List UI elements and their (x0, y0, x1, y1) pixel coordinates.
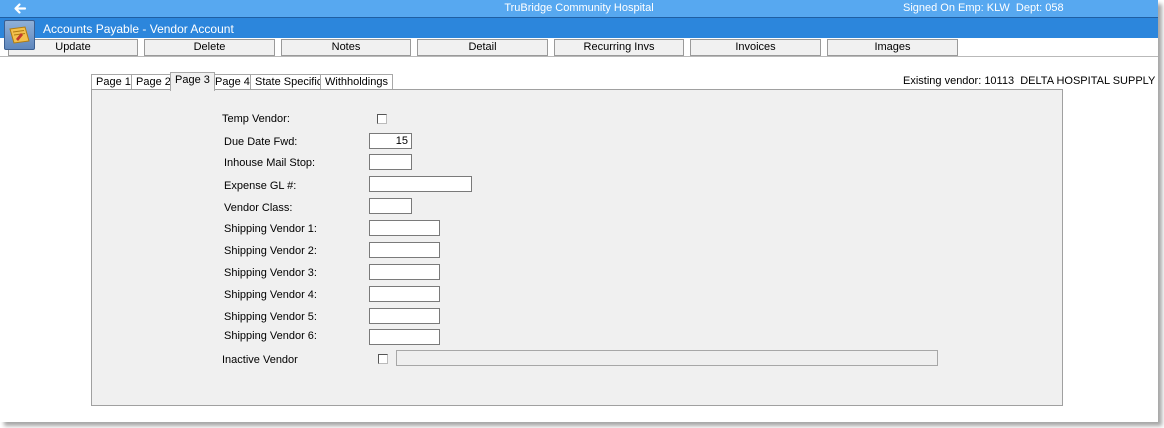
inhouse-mail-stop-field[interactable] (369, 154, 412, 170)
shipping-vendor-4-field[interactable] (369, 286, 440, 302)
shipping-vendor-6-field[interactable] (369, 329, 440, 345)
inactive-vendor-field[interactable] (396, 350, 938, 366)
shipping-vendor-4-label: Shipping Vendor 4: (224, 289, 317, 301)
existing-vendor-info: Existing vendor: 10113 DELTA HOSPITAL SU… (903, 75, 1156, 87)
shipping-vendor-1-label: Shipping Vendor 1: (224, 223, 317, 235)
vendor-class-field[interactable] (369, 198, 412, 214)
due-date-fwd-field[interactable]: 15 (369, 133, 412, 149)
toolbar: Update Delete Notes Detail Recurring Inv… (0, 38, 1158, 57)
temp-vendor-label: Temp Vendor: (222, 113, 290, 125)
inactive-vendor-label: Inactive Vendor (222, 354, 298, 366)
shipping-vendor-5-label: Shipping Vendor 5: (224, 311, 317, 323)
inhouse-mail-stop-label: Inhouse Mail Stop: (224, 157, 316, 169)
app-window: TruBridge Community Hospital Signed On E… (0, 0, 1158, 422)
expense-gl-field[interactable] (369, 176, 472, 192)
shipping-vendor-6-label: Shipping Vendor 6: (224, 330, 317, 342)
temp-vendor-checkbox[interactable] (377, 114, 387, 124)
accounts-payable-app-icon[interactable] (4, 20, 35, 50)
recurring-invs-button[interactable]: Recurring Invs (554, 39, 684, 56)
inactive-vendor-checkbox[interactable] (378, 354, 388, 364)
shipping-vendor-1-field[interactable] (369, 220, 440, 236)
module-header: Accounts Payable - Vendor Account (0, 17, 1158, 39)
shipping-vendor-2-field[interactable] (369, 242, 440, 258)
tab-page-3[interactable]: Page 3 (170, 72, 215, 91)
shipping-vendor-3-field[interactable] (369, 264, 440, 280)
title-bar: TruBridge Community Hospital Signed On E… (0, 0, 1158, 17)
shipping-vendor-5-field[interactable] (369, 308, 440, 324)
signed-on-info: Signed On Emp: KLW Dept: 058 (903, 2, 1064, 14)
delete-button[interactable]: Delete (144, 39, 275, 56)
shipping-vendor-3-label: Shipping Vendor 3: (224, 267, 317, 279)
module-title: Accounts Payable - Vendor Account (43, 22, 234, 36)
expense-gl-label: Expense GL #: (224, 180, 297, 192)
invoices-button[interactable]: Invoices (690, 39, 821, 56)
due-date-fwd-label: Due Date Fwd: (224, 136, 298, 148)
images-button[interactable]: Images (827, 39, 958, 56)
notes-button[interactable]: Notes (281, 39, 411, 56)
vendor-class-label: Vendor Class: (224, 202, 293, 214)
shipping-vendor-2-label: Shipping Vendor 2: (224, 245, 317, 257)
detail-button[interactable]: Detail (417, 39, 548, 56)
vendor-page3-panel: Temp Vendor: Due Date Fwd: 15 Inhouse Ma… (91, 89, 1063, 406)
